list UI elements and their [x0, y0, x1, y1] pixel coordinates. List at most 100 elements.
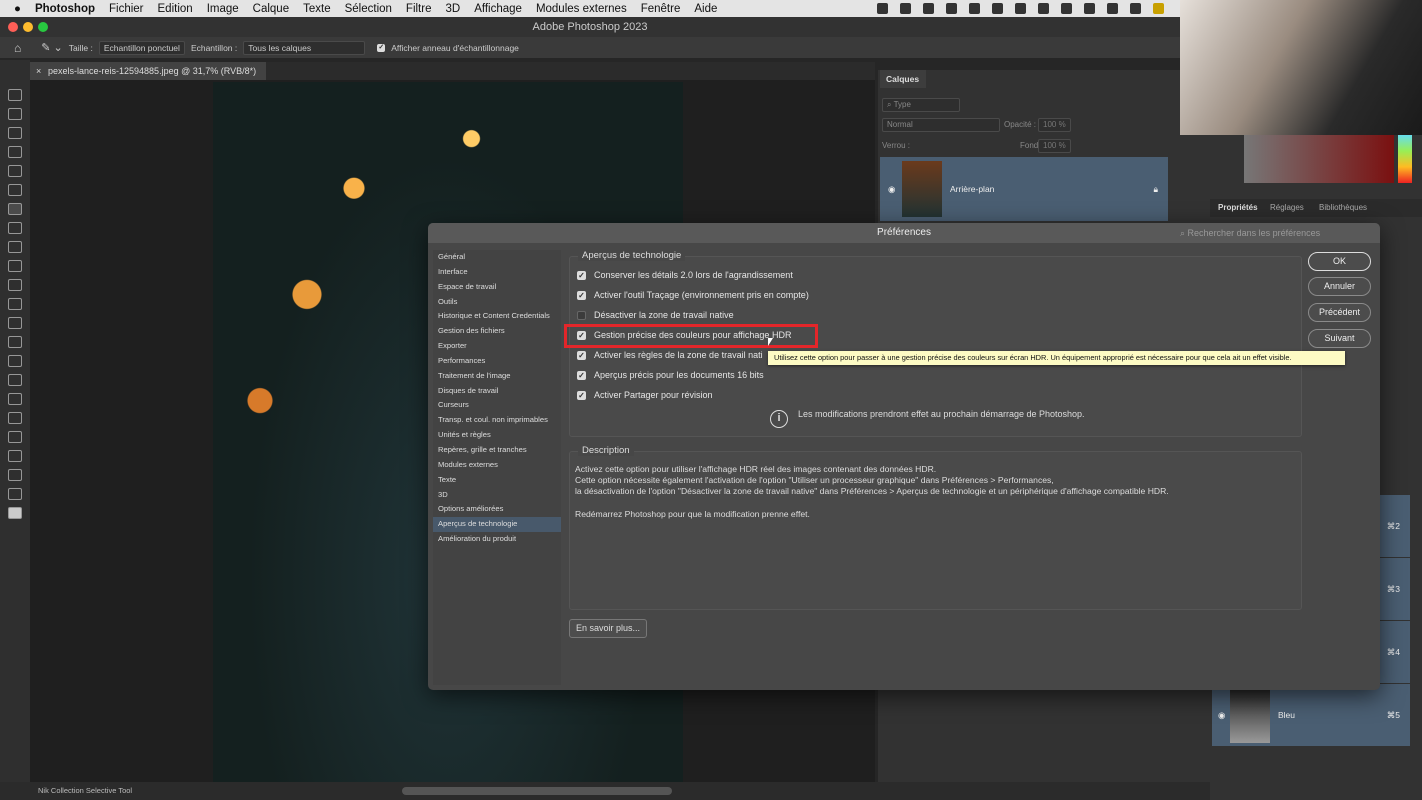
- volume-icon[interactable]: [1107, 3, 1118, 14]
- tab-proprietes[interactable]: Propriétés: [1218, 199, 1258, 217]
- visibility-eye-icon[interactable]: ◉: [888, 184, 895, 195]
- nav-item[interactable]: Unités et règles: [433, 428, 561, 443]
- gradient-tool-icon[interactable]: [8, 317, 22, 329]
- status-icon[interactable]: [923, 3, 934, 14]
- hand-tool-icon[interactable]: [8, 450, 22, 462]
- option-checkbox[interactable]: ✓: [577, 390, 586, 400]
- nav-item[interactable]: Traitement de l'image: [433, 369, 561, 384]
- blur-tool-icon[interactable]: [8, 336, 22, 348]
- stamp-tool-icon[interactable]: [8, 260, 22, 272]
- nav-item[interactable]: Historique et Content Credentials: [433, 309, 561, 324]
- blend-mode-select[interactable]: Normal: [882, 118, 1000, 132]
- ring-checkbox[interactable]: ✓: [377, 43, 386, 52]
- option-row[interactable]: ✓ Aperçus précis pour les documents 16 bi…: [577, 370, 764, 380]
- status-icon[interactable]: [1061, 3, 1072, 14]
- move-tool-icon[interactable]: [8, 89, 22, 101]
- eraser-tool-icon[interactable]: [8, 298, 22, 310]
- marquee-tool-icon[interactable]: [8, 108, 22, 120]
- option-row[interactable]: ✓ Activer les règles de la zone de travai…: [577, 350, 763, 360]
- status-icon[interactable]: [946, 3, 957, 14]
- document-tab[interactable]: × pexels-lance-reis-12594885.jpeg @ 31,7%…: [30, 62, 267, 80]
- flag-icon[interactable]: [1153, 3, 1164, 14]
- menu-fenetre[interactable]: Fenêtre: [641, 3, 681, 15]
- zoom-tool-icon[interactable]: [8, 469, 22, 481]
- option-checkbox[interactable]: ✓: [577, 370, 586, 380]
- nav-item[interactable]: Aperçus de technologie: [433, 517, 561, 533]
- zoom-button[interactable]: [38, 22, 48, 32]
- nav-item[interactable]: Texte: [433, 473, 561, 488]
- eyedropper-tool-icon[interactable]: [8, 203, 22, 215]
- shape-tool-icon[interactable]: [8, 431, 22, 443]
- nav-item[interactable]: Amélioration du produit: [433, 532, 561, 547]
- nav-item[interactable]: 3D: [433, 488, 561, 503]
- next-button[interactable]: Suivant: [1308, 329, 1371, 348]
- menu-fichier[interactable]: Fichier: [109, 3, 144, 15]
- nav-item[interactable]: Modules externes: [433, 458, 561, 473]
- nav-item[interactable]: Outils: [433, 295, 561, 310]
- menu-calque[interactable]: Calque: [253, 3, 289, 15]
- nav-item[interactable]: Gestion des fichiers: [433, 324, 561, 339]
- selection-tool-icon[interactable]: [8, 146, 22, 158]
- brush-tool-icon[interactable]: [8, 241, 22, 253]
- option-row[interactable]: ✓ Activer l'outil Traçage (environnement …: [577, 290, 809, 300]
- status-icon[interactable]: [1038, 3, 1049, 14]
- horizontal-scrollbar[interactable]: [402, 787, 672, 795]
- path-select-icon[interactable]: [8, 412, 22, 424]
- nav-item[interactable]: Espace de travail: [433, 280, 561, 295]
- frame-tool-icon[interactable]: [8, 184, 22, 196]
- cancel-button[interactable]: Annuler: [1308, 277, 1371, 296]
- option-checkbox[interactable]: ✓: [577, 350, 586, 360]
- crop-tool-icon[interactable]: [8, 165, 22, 177]
- ok-button[interactable]: OK: [1308, 252, 1371, 271]
- nav-item[interactable]: Performances: [433, 354, 561, 369]
- apple-icon[interactable]: ●: [14, 3, 21, 15]
- preferences-search[interactable]: ⌕ Rechercher dans les préférences: [1180, 226, 1370, 241]
- menu-edition[interactable]: Edition: [158, 3, 193, 15]
- nav-item[interactable]: Curseurs: [433, 398, 561, 413]
- layers-tab[interactable]: Calques: [880, 70, 926, 88]
- menu-texte[interactable]: Texte: [303, 3, 331, 15]
- nav-item[interactable]: Transp. et coul. non imprimables: [433, 413, 561, 428]
- dodge-tool-icon[interactable]: [8, 355, 22, 367]
- nav-item[interactable]: Interface: [433, 265, 561, 280]
- status-icon[interactable]: [969, 3, 980, 14]
- menu-3d[interactable]: 3D: [445, 3, 460, 15]
- menu-selection[interactable]: Sélection: [345, 3, 392, 15]
- menu-affichage[interactable]: Affichage: [474, 3, 522, 15]
- option-checkbox[interactable]: ✓: [577, 270, 586, 280]
- close-tab-icon[interactable]: ×: [36, 62, 41, 80]
- layer-filter[interactable]: ⌕ Type: [882, 98, 960, 112]
- layer-row[interactable]: ◉ Arrière-plan 🔒︎: [880, 157, 1168, 221]
- option-row[interactable]: ✓ Activer Partager pour révision: [577, 390, 713, 400]
- option-checkbox[interactable]: [577, 310, 586, 320]
- opacity-input[interactable]: 100 %: [1038, 118, 1071, 132]
- menu-app[interactable]: Photoshop: [35, 3, 95, 15]
- nav-item[interactable]: Général: [433, 250, 561, 265]
- size-select[interactable]: Echantillon ponctuel: [98, 40, 185, 55]
- fill-input[interactable]: 100 %: [1038, 139, 1071, 153]
- menu-image[interactable]: Image: [207, 3, 239, 15]
- status-icon[interactable]: [877, 3, 888, 14]
- learn-more-button[interactable]: En savoir plus...: [569, 619, 647, 638]
- type-tool-icon[interactable]: [8, 393, 22, 405]
- sample-select[interactable]: Tous les calques: [243, 40, 366, 55]
- visibility-eye-icon[interactable]: ◉: [1218, 710, 1225, 721]
- channel-row[interactable]: ◉ Bleu ⌘5: [1212, 684, 1410, 746]
- menu-filtre[interactable]: Filtre: [406, 3, 432, 15]
- hue-slider[interactable]: [1398, 135, 1412, 183]
- minimize-button[interactable]: [23, 22, 33, 32]
- pen-tool-icon[interactable]: [8, 374, 22, 386]
- wifi-icon[interactable]: [1130, 3, 1141, 14]
- history-brush-icon[interactable]: [8, 279, 22, 291]
- nav-item[interactable]: Options améliorées: [433, 502, 561, 517]
- status-icon[interactable]: [900, 3, 911, 14]
- healing-tool-icon[interactable]: [8, 222, 22, 234]
- color-picker-field[interactable]: [1244, 135, 1394, 183]
- lasso-tool-icon[interactable]: [8, 127, 22, 139]
- option-row[interactable]: ✓ Conserver les détails 2.0 lors de l'agr…: [577, 270, 793, 280]
- nav-item[interactable]: Disques de travail: [433, 384, 561, 399]
- more-tools-icon[interactable]: [8, 488, 22, 500]
- close-button[interactable]: [8, 22, 18, 32]
- menu-aide[interactable]: Aide: [694, 3, 717, 15]
- home-icon[interactable]: ⌂: [14, 41, 21, 55]
